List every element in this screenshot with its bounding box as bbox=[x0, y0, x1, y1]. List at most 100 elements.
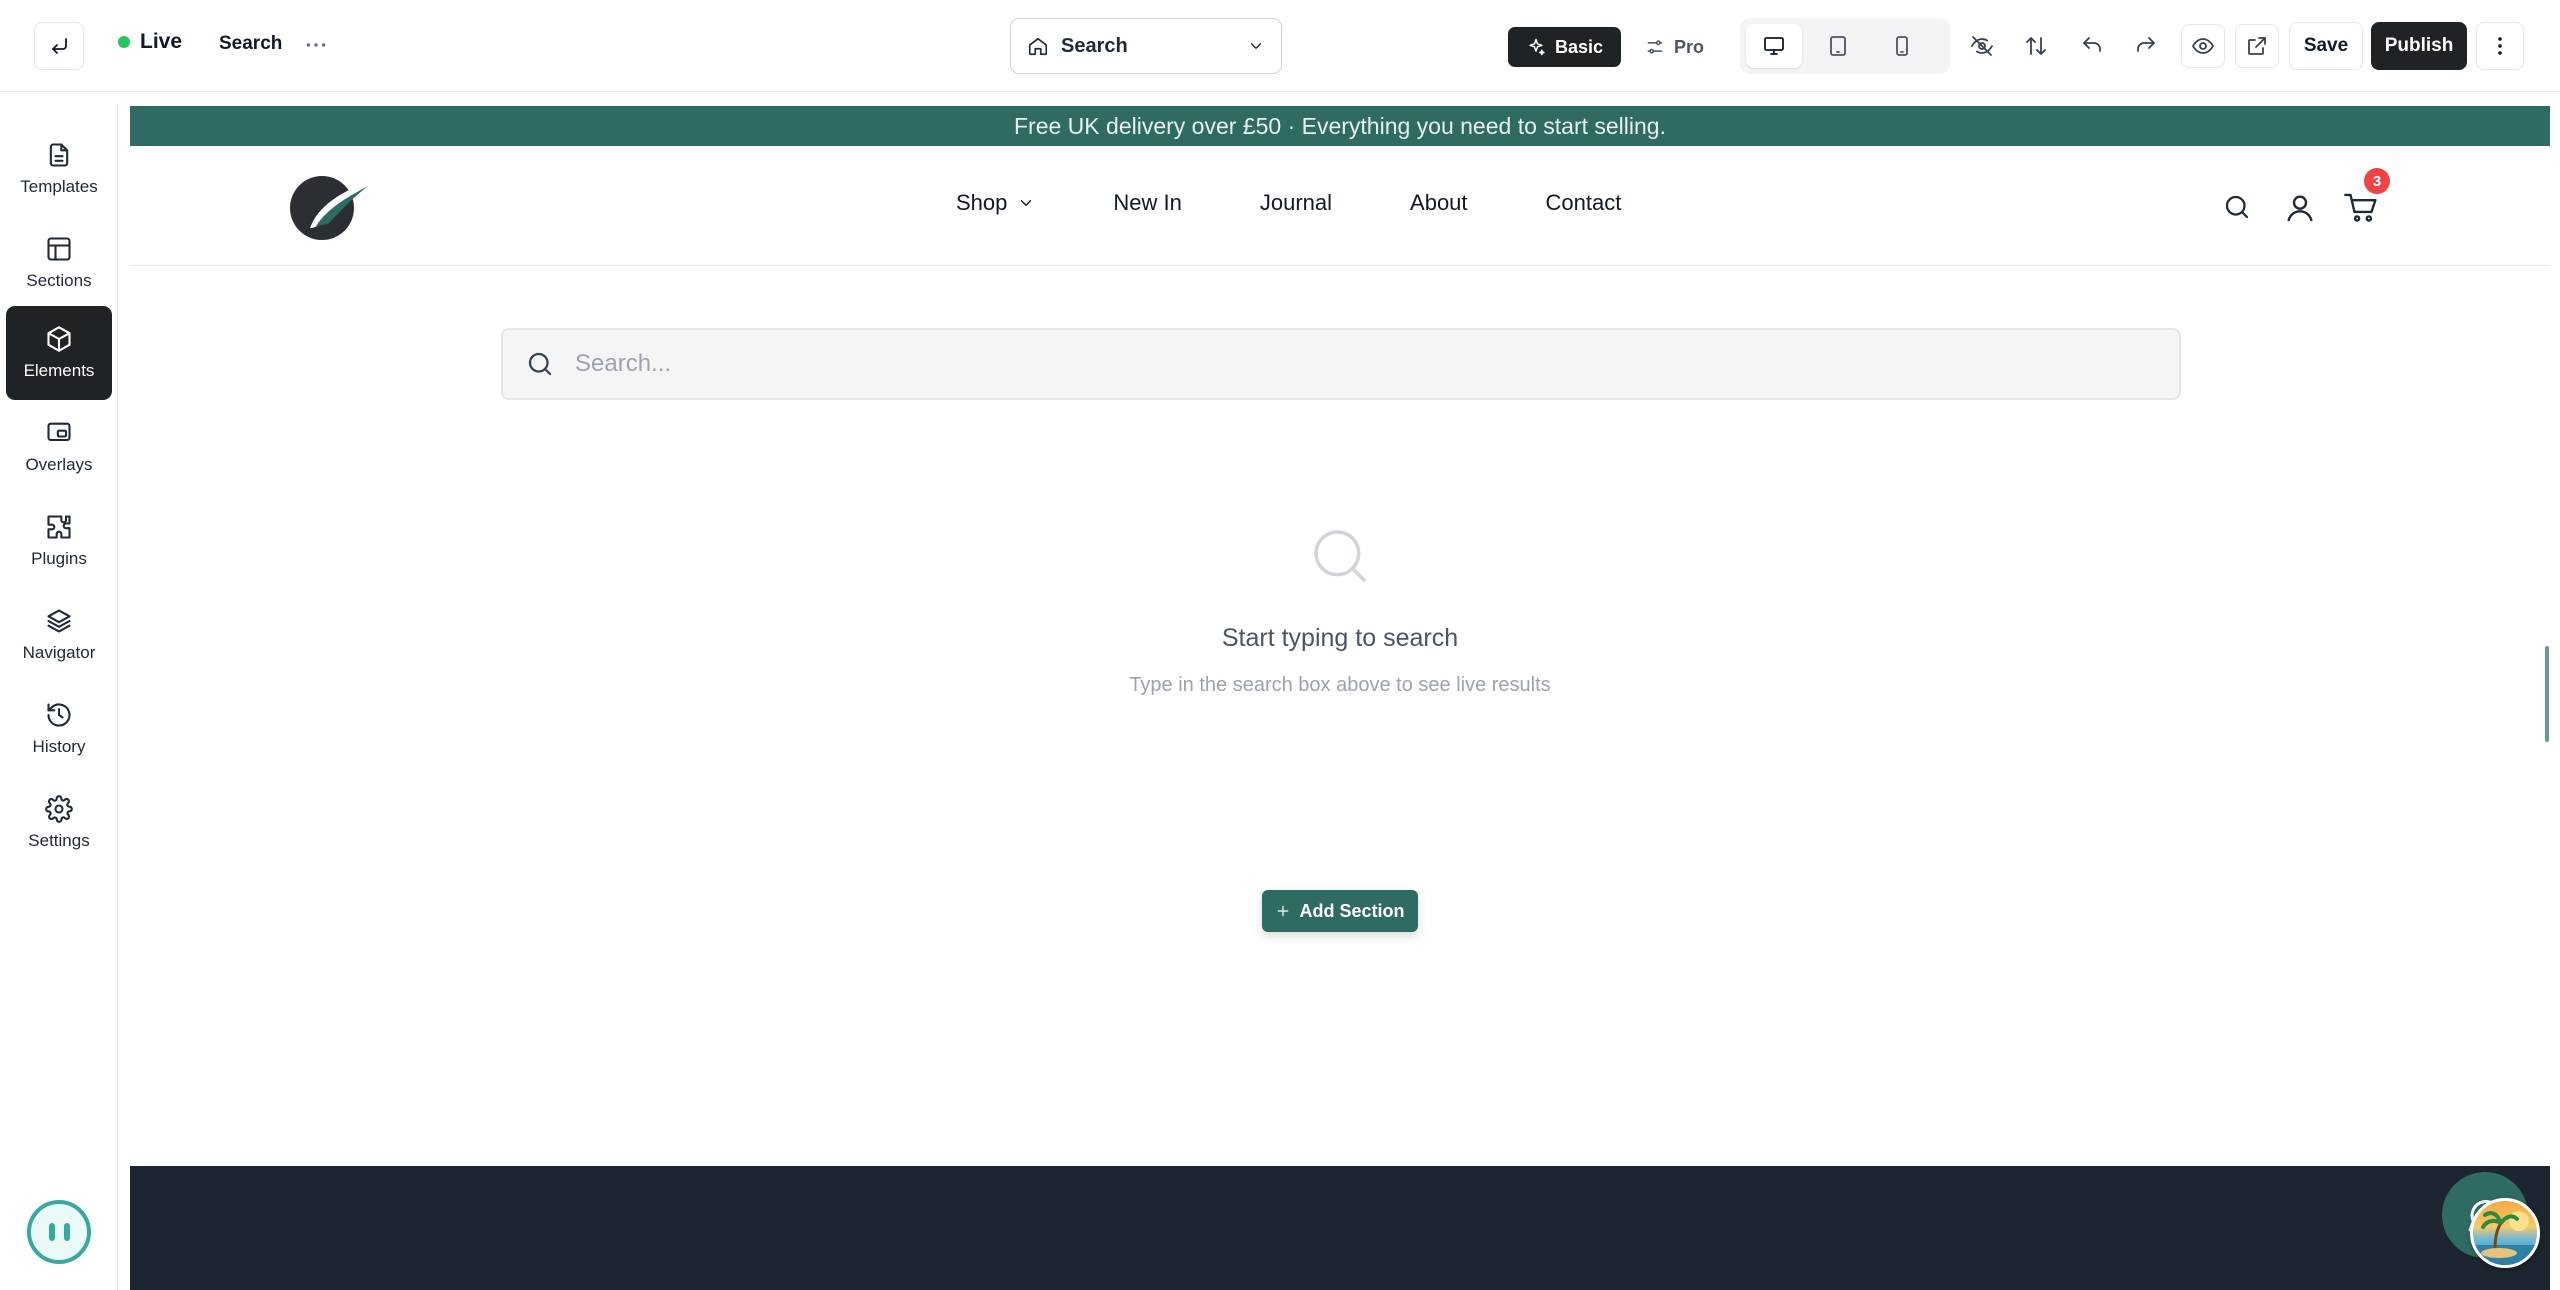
sparkles-icon bbox=[1529, 38, 1545, 56]
history-icon bbox=[47, 703, 71, 727]
sidebar-item-templates[interactable]: Templates bbox=[6, 122, 112, 216]
cart-icon bbox=[2344, 193, 2377, 222]
sidebar-item-sections[interactable]: Sections bbox=[6, 216, 112, 310]
nav-label: Contact bbox=[1545, 190, 1622, 215]
sidebar-item-history[interactable]: History bbox=[6, 682, 112, 776]
page-select[interactable]: Search bbox=[1010, 18, 1282, 74]
redo-button[interactable] bbox=[2124, 24, 2168, 68]
arrow-up-down-icon bbox=[2026, 37, 2046, 55]
sidebar-item-navigator[interactable]: Navigator bbox=[6, 588, 112, 682]
cart-button[interactable] bbox=[2344, 192, 2378, 224]
search-empty-icon bbox=[1314, 530, 1366, 582]
sidebar-item-label: Elements bbox=[23, 361, 95, 380]
mode-basic-button[interactable]: Basic bbox=[1508, 27, 1622, 67]
nav-item-contact[interactable]: Contact bbox=[1546, 190, 1622, 216]
tablet-view-button[interactable] bbox=[1810, 24, 1866, 68]
sliders-icon bbox=[1647, 40, 1663, 54]
redo-icon bbox=[2137, 37, 2155, 52]
live-dot bbox=[118, 36, 130, 48]
undo-icon bbox=[2083, 37, 2101, 52]
reorder-button[interactable] bbox=[2014, 24, 2058, 68]
announcement-bar[interactable]: Free UK delivery over £50 · Everything y… bbox=[130, 106, 2550, 146]
sidebar-item-settings[interactable]: Settings bbox=[6, 776, 112, 870]
more-options-button[interactable] bbox=[2476, 22, 2524, 70]
nav-label: Journal bbox=[1259, 190, 1333, 215]
smartphone-icon bbox=[1896, 36, 1908, 56]
page-name[interactable]: Search bbox=[219, 33, 282, 55]
site-header[interactable]: Shop New In Journal About Contact 3 bbox=[130, 146, 2550, 266]
assistant-eye bbox=[48, 1223, 55, 1241]
nav-item-new-in[interactable]: New In bbox=[1113, 190, 1181, 216]
account-button[interactable] bbox=[2284, 192, 2316, 224]
assistant-eye bbox=[63, 1223, 70, 1241]
preview-button[interactable] bbox=[2181, 24, 2225, 68]
home-icon bbox=[1028, 37, 1048, 56]
nav-label: Shop bbox=[956, 190, 1008, 215]
nav-item-journal[interactable]: Journal bbox=[1260, 190, 1332, 216]
search-icon bbox=[2225, 195, 2249, 219]
brand-logo[interactable] bbox=[288, 170, 378, 242]
publish-button[interactable]: Publish bbox=[2371, 22, 2467, 70]
puzzle-icon bbox=[47, 515, 71, 539]
mode-basic-label: Basic bbox=[1555, 36, 1604, 57]
search-bar bbox=[501, 328, 2181, 400]
user-avatar[interactable] bbox=[2470, 1198, 2540, 1268]
live-status-label: Live bbox=[140, 30, 183, 53]
nav-item-about[interactable]: About bbox=[1410, 190, 1468, 216]
device-switcher bbox=[1740, 18, 1950, 74]
sidebar-item-overlays[interactable]: Overlays bbox=[6, 400, 112, 494]
desktop-view-button[interactable] bbox=[1746, 24, 1802, 68]
sidebar-item-plugins[interactable]: Plugins bbox=[6, 494, 112, 588]
chevron-down-icon bbox=[1021, 200, 1032, 206]
nav-label: New In bbox=[1113, 190, 1182, 215]
canvas-scrollbar[interactable] bbox=[2545, 646, 2549, 742]
sidebar-item-label: Settings bbox=[28, 831, 90, 850]
cube-icon bbox=[47, 326, 71, 352]
editor-topbar: Live Search Search Basic Pro Save Publis… bbox=[0, 0, 2560, 92]
sidebar-item-label: Navigator bbox=[22, 643, 96, 662]
page-options-button[interactable] bbox=[303, 32, 329, 58]
empty-state-title: Start typing to search bbox=[1221, 624, 1459, 652]
page-select-value: Search bbox=[1061, 34, 1128, 57]
cart-count-badge: 3 bbox=[2364, 168, 2390, 194]
mobile-view-button[interactable] bbox=[1874, 24, 1930, 68]
monitor-icon bbox=[1764, 37, 1784, 55]
site-footer[interactable] bbox=[130, 1166, 2550, 1290]
layers-icon bbox=[47, 609, 71, 633]
corner-down-left-icon bbox=[52, 38, 67, 54]
main-nav: Shop New In Journal About Contact bbox=[956, 190, 1699, 216]
add-section-label: Add Section bbox=[1299, 900, 1405, 921]
add-section-button[interactable]: Add Section bbox=[1262, 890, 1418, 932]
header-search-button[interactable] bbox=[2222, 192, 2252, 222]
mode-pro-label: Pro bbox=[1674, 36, 1705, 57]
more-horizontal-icon bbox=[306, 43, 326, 47]
sidebar-item-label: Templates bbox=[20, 177, 98, 196]
editor-mode-toggle: Basic Pro bbox=[1508, 27, 1722, 67]
layout-icon bbox=[47, 237, 71, 261]
eye-off-icon bbox=[1971, 36, 1993, 56]
sidebar-item-label: History bbox=[32, 737, 86, 756]
exit-editor-button[interactable] bbox=[34, 22, 84, 70]
ai-assistant-button[interactable] bbox=[27, 1200, 91, 1264]
sidebar-item-label: Plugins bbox=[31, 549, 87, 568]
mode-pro-button[interactable]: Pro bbox=[1627, 27, 1722, 67]
open-live-button[interactable] bbox=[2235, 24, 2279, 68]
external-link-icon bbox=[2248, 37, 2266, 55]
hidden-elements-button[interactable] bbox=[1960, 24, 2004, 68]
sidebar-item-label: Sections bbox=[26, 271, 92, 290]
eye-icon bbox=[2192, 38, 2214, 54]
plus-icon bbox=[1278, 905, 1289, 917]
nav-label: About bbox=[1410, 190, 1468, 215]
search-icon bbox=[528, 352, 552, 376]
undo-button[interactable] bbox=[2070, 24, 2114, 68]
page-canvas: Free UK delivery over £50 · Everything y… bbox=[130, 106, 2550, 1290]
more-vertical-icon bbox=[2498, 37, 2502, 55]
editor-sidebar: Templates Sections Elements Overlays Plu… bbox=[0, 104, 118, 1290]
live-status[interactable]: Live bbox=[118, 30, 182, 54]
save-button[interactable]: Save bbox=[2289, 22, 2363, 70]
search-input[interactable] bbox=[575, 350, 2157, 378]
user-icon bbox=[2287, 195, 2313, 222]
sidebar-item-elements[interactable]: Elements bbox=[6, 306, 112, 400]
tablet-icon bbox=[1830, 36, 1846, 56]
nav-item-shop[interactable]: Shop bbox=[956, 190, 1035, 216]
